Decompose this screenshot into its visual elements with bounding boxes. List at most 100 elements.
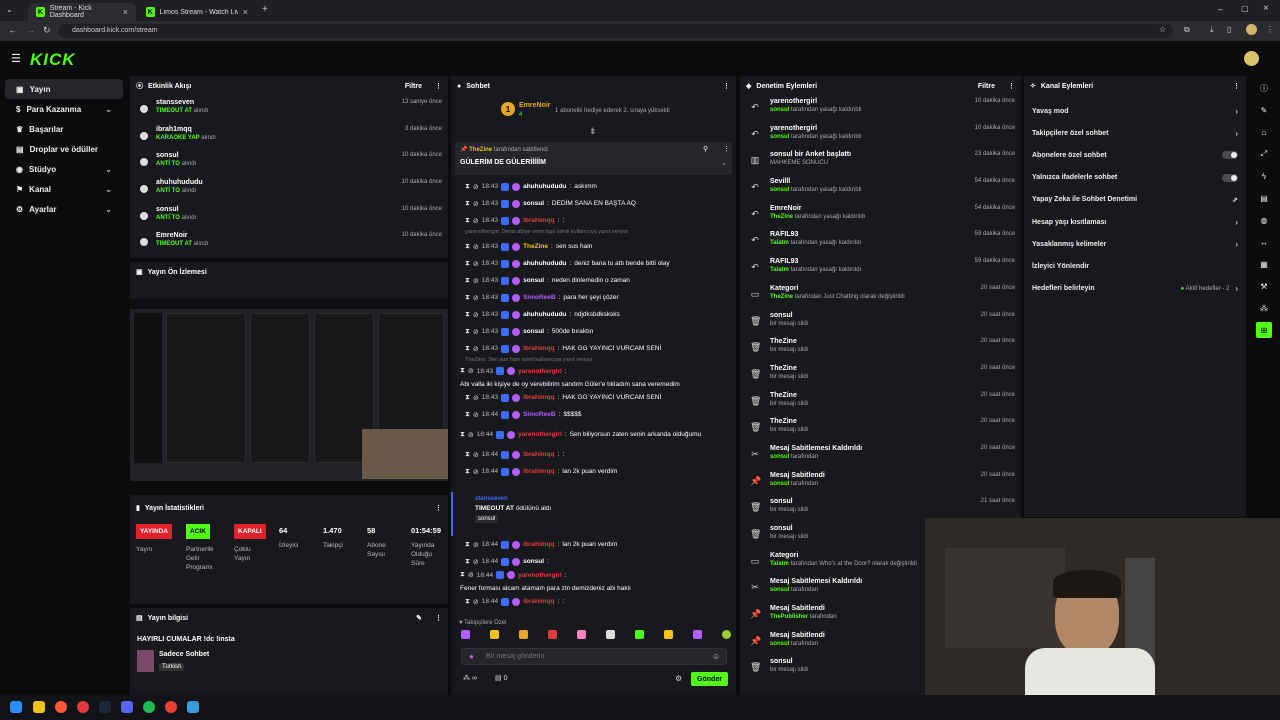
message-user[interactable]: sonsul	[523, 558, 544, 565]
sidebar-item-ayarlar[interactable]: ⚙ Ayarlar ⌄	[5, 199, 123, 219]
grid-icon[interactable]: ⊞	[1256, 322, 1272, 338]
mod-action-row[interactable]: 🗑 sonsul bir mesajı sildi 20 saat önce	[740, 310, 1021, 337]
message-user[interactable]: ibrahimqq	[523, 468, 554, 475]
more-options-icon[interactable]: ⋮	[435, 504, 442, 512]
timeout-icon[interactable]: ⧗	[465, 277, 470, 285]
message-user[interactable]: ahuhuhududu	[523, 183, 566, 190]
channel-action-row[interactable]: Yavaş mod ›	[1024, 100, 1246, 122]
chat-message[interactable]: ⧗ ⊘ 18:43 TheZine: sen sus hain	[451, 238, 736, 255]
ban-icon[interactable]: ⊘	[473, 558, 479, 566]
filter-button[interactable]: Filtre	[978, 83, 995, 90]
activity-row[interactable]: sonsul ANTİ TO alındı 10 dakika önce	[130, 149, 448, 176]
close-tab-icon[interactable]: ×	[123, 7, 128, 17]
ban-icon[interactable]: ⊘	[468, 431, 474, 439]
more-options-icon[interactable]: ⋮	[723, 82, 730, 90]
chat-message[interactable]: ⧗ ⊘ 18:44 yarenothergirl: Fener forması alca…	[451, 570, 736, 593]
ban-icon[interactable]: ⊘	[473, 200, 479, 208]
chat-message[interactable]: ⧗ ⊘ 18:44 ibrahimqq: lan 2k puan verdim	[451, 463, 736, 480]
mod-action-row[interactable]: 🗑 TheZine bir mesajı sildi 20 saat önce	[740, 336, 1021, 363]
ban-icon[interactable]: ⊘	[473, 243, 479, 251]
chevron-down-icon[interactable]: ⌄	[721, 159, 727, 167]
bolt-icon[interactable]: ϟ	[1256, 168, 1272, 184]
layout-icon[interactable]: ▦	[1256, 256, 1272, 272]
chat-message[interactable]: ⧗ ⊘ 18:44 ibrahimqq: lan 2k puan verdim	[451, 536, 736, 553]
more-options-icon[interactable]: ⋮	[1008, 82, 1015, 90]
mod-action-row[interactable]: 🗑 TheZine bir mesajı sildi 20 saat önce	[740, 390, 1021, 417]
toggle-switch[interactable]	[1222, 151, 1238, 160]
edit-pencil-icon[interactable]: ✎	[416, 614, 422, 622]
chat-message[interactable]: ⧗ ⊘ 18:44 SimoReeB: $$$$$	[451, 406, 736, 423]
emote-icon[interactable]	[664, 630, 673, 639]
sidebar-item-para-kazanma[interactable]: $ Para Kazanma ⌄	[5, 99, 123, 119]
mod-action-row[interactable]: ↶ yarenothergirl sonsul tarafından yasağı …	[740, 96, 1021, 123]
activity-row[interactable]: sonsul ANTİ TO alındı 10 dakika önce	[130, 203, 448, 230]
emote-icon[interactable]	[635, 630, 644, 639]
stream-preview-video[interactable]	[130, 299, 448, 495]
timeout-icon[interactable]: ⧗	[460, 571, 465, 579]
emote-icon[interactable]	[490, 630, 499, 639]
ban-icon[interactable]: ⊘	[468, 571, 474, 579]
chat-message[interactable]: ⧗ ⊘ 18:43 ibrahimqq: HAK GG YAYINCI VURCAM S…	[451, 340, 736, 357]
ban-icon[interactable]: ⊘	[473, 311, 479, 319]
chrome-icon[interactable]	[165, 701, 177, 713]
ban-icon[interactable]: ⊘	[473, 294, 479, 302]
gifter-name[interactable]: EmreNoir	[519, 102, 551, 109]
hamburger-menu-icon[interactable]: ☰	[11, 52, 21, 65]
user-avatar[interactable]	[1244, 51, 1259, 66]
emote-icon[interactable]	[461, 630, 470, 639]
expand-icon[interactable]: ⤢	[1256, 146, 1272, 162]
minimize-icon[interactable]: –	[1218, 4, 1223, 14]
channel-action-row[interactable]: Hedefleri belirleyin ● Aktif hedefler - 2…	[1024, 278, 1246, 300]
ban-icon[interactable]: ⊘	[468, 367, 474, 375]
chat-message[interactable]: ⧗ ⊘ 18:43 ibrahimqq::	[451, 212, 736, 229]
timeout-icon[interactable]: ⧗	[465, 260, 470, 268]
toggle-switch[interactable]	[1222, 173, 1238, 182]
mic-icon[interactable]: ●	[469, 652, 474, 661]
emote-icon[interactable]	[519, 630, 528, 639]
more-options-icon[interactable]: ⋮	[435, 82, 442, 90]
mod-action-row[interactable]: ▥ sonsul bir Anket başlattı MAHKEME SONUC…	[740, 149, 1021, 176]
message-user[interactable]: ahuhuhududu	[523, 260, 566, 267]
sidebar-item-droplar[interactable]: ▤ Droplar ve ödüller	[5, 139, 123, 159]
mod-action-row[interactable]: ▭ Kategori TheZine tarafından Just Chattin…	[740, 283, 1021, 310]
ban-icon[interactable]: ⊘	[473, 451, 479, 459]
emote-icon[interactable]	[548, 630, 557, 639]
timeout-icon[interactable]: ⧗	[460, 367, 465, 375]
timeout-icon[interactable]: ⧗	[465, 345, 470, 353]
message-user[interactable]: ibrahimqq	[523, 541, 554, 548]
file-explorer-icon[interactable]	[33, 701, 45, 713]
obs-icon[interactable]	[77, 701, 89, 713]
mod-action-row[interactable]: ↶ RAFIL93 Talatm tarafından yasağı kaldırı…	[740, 256, 1021, 283]
chat-message[interactable]: ⧗ ⊘ 18:43 ahuhuhududu: askımm	[451, 178, 736, 195]
browser-tab-limos[interactable]: K Limos Stream - Watch Live on K ×	[138, 3, 256, 21]
mod-action-row[interactable]: ✂ Mesaj Sabitlemesi Kaldırıldı sonsul tara…	[740, 443, 1021, 470]
download-icon[interactable]: ⤓	[1210, 25, 1214, 35]
message-user[interactable]: ibrahimqq	[523, 217, 554, 224]
chat-message[interactable]: ⧗ ⊘ 18:43 sonsul: DEDİM SANA EN BAŞTA AQ	[451, 195, 736, 212]
document-icon[interactable]: ▤	[1256, 190, 1272, 206]
ban-icon[interactable]: ⊘	[473, 183, 479, 191]
sidebar-item-yayin[interactable]: ▣ Yayın	[5, 79, 123, 99]
timeout-icon[interactable]: ⧗	[465, 468, 470, 476]
chat-message[interactable]: ⧗ ⊘ 18:43 sonsul:500de bıraktın	[451, 323, 736, 340]
chat-message[interactable]: ⧗ ⊘ 18:44 yarenothergirl: Sen biliyorsun zat…	[451, 423, 736, 446]
sidebar-item-kanal[interactable]: ⚑ Kanal ⌄	[5, 179, 123, 199]
message-user[interactable]: ahuhuhududu	[523, 311, 566, 318]
ban-icon[interactable]: ⊘	[473, 328, 479, 336]
mod-action-row[interactable]: 🗑 TheZine bir mesajı sildi 20 saat önce	[740, 363, 1021, 390]
firefox-icon[interactable]	[55, 701, 67, 713]
ban-icon[interactable]: ⊘	[473, 468, 479, 476]
timeout-icon[interactable]: ⧗	[465, 411, 470, 419]
ban-icon[interactable]: ⊘	[473, 598, 479, 606]
chat-message[interactable]: ⧗ ⊘ 18:44 ibrahimqq::	[451, 593, 736, 610]
mod-action-row[interactable]: 🗑 TheZine bir mesajı sildi 20 saat önce	[740, 416, 1021, 443]
message-user[interactable]: ibrahimqq	[523, 451, 554, 458]
activity-row[interactable]: ibrah1mqq KARAOKE YAP alındı 3 dakika önce	[130, 123, 448, 150]
message-user[interactable]: yarenothergirl	[518, 572, 562, 579]
channel-action-row[interactable]: Abonelere özel sohbet	[1024, 144, 1246, 166]
message-user[interactable]: ibrahimqq	[523, 394, 554, 401]
message-user[interactable]: SimoReeB	[523, 411, 556, 418]
message-user[interactable]: sonsul	[523, 277, 544, 284]
maximize-icon[interactable]: ▢	[1241, 4, 1249, 13]
chat-message[interactable]: ⧗ ⊘ 18:43 sonsul: neden dinlemedin o zaman	[451, 272, 736, 289]
